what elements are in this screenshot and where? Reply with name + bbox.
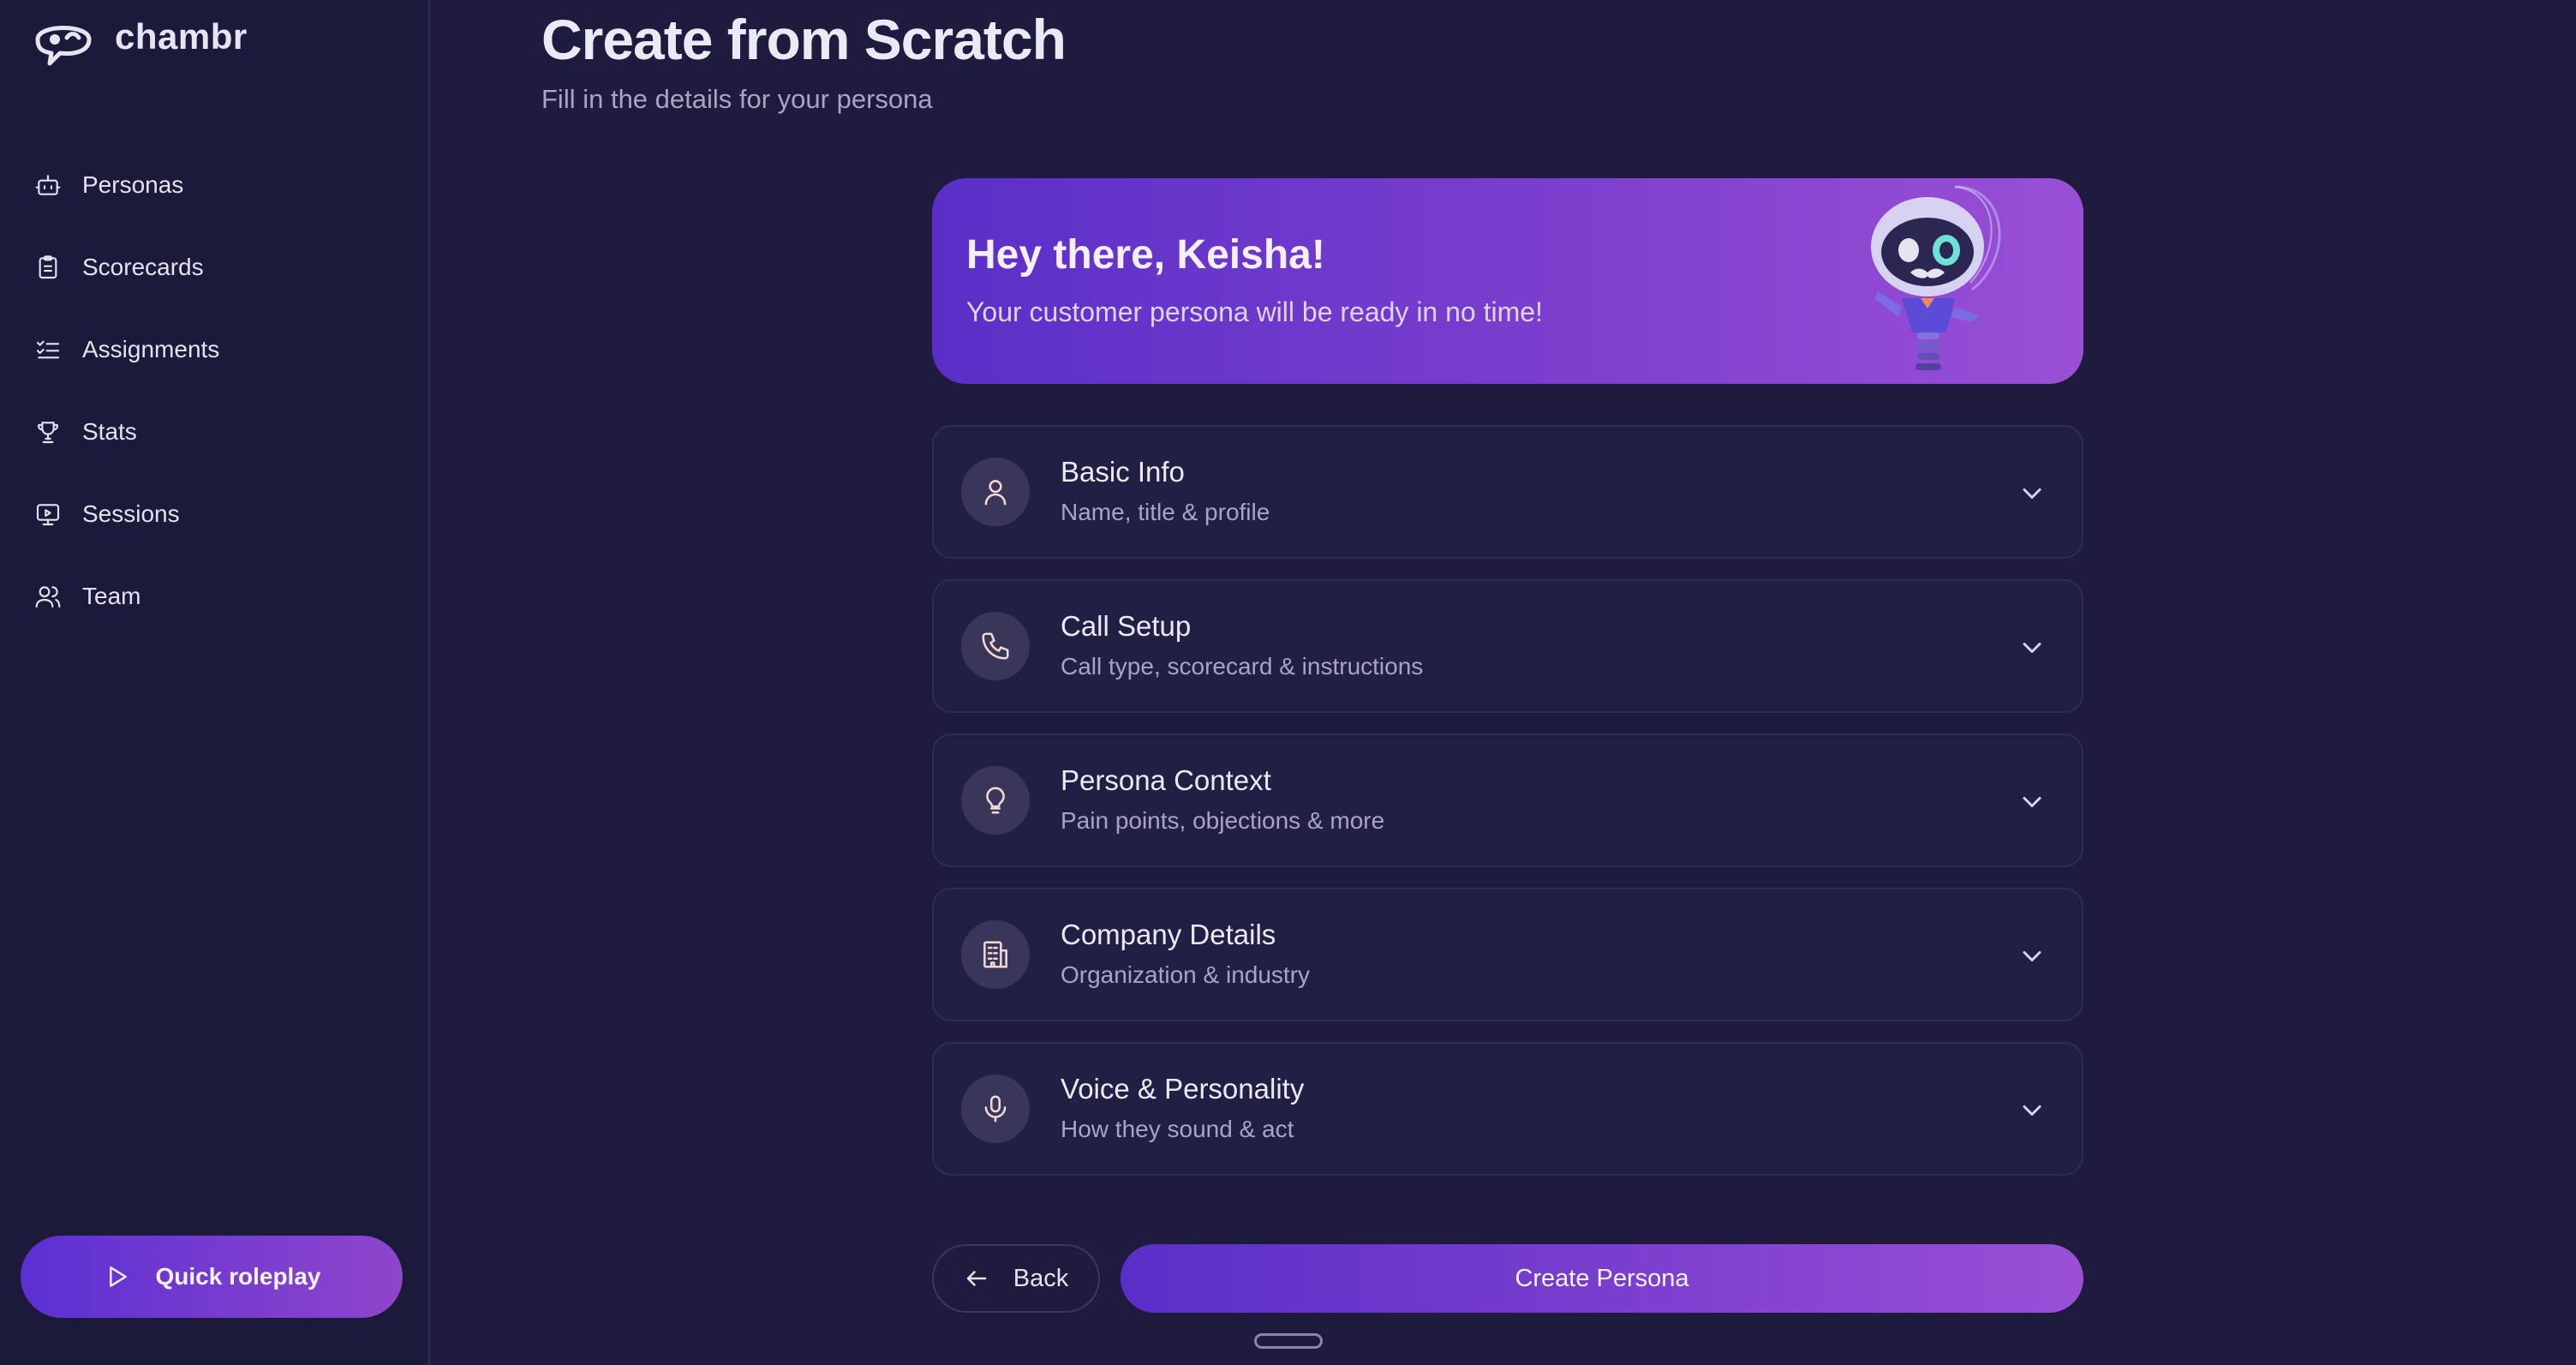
bot-icon xyxy=(33,170,63,201)
section-voice-personality[interactable]: Voice & Personality How they sound & act xyxy=(932,1042,2083,1176)
sidebar: chambr Personas Scorecards Assignments S… xyxy=(0,0,430,1365)
arrow-left-icon xyxy=(966,1271,986,1286)
lightbulb-icon xyxy=(961,766,1030,835)
logo[interactable]: chambr xyxy=(26,14,248,69)
chambr-logo-icon xyxy=(35,26,92,66)
sidebar-item-label: Scorecards xyxy=(82,254,204,280)
section-title: Persona Context xyxy=(1061,764,1271,796)
robot-mascot-icon xyxy=(1871,185,2001,370)
section-title: Company Details xyxy=(1061,919,1276,950)
sidebar-item-label: Sessions xyxy=(82,500,180,527)
create-persona-button[interactable]: Create Persona xyxy=(1121,1244,2083,1313)
app-root: chambr Personas Scorecards Assignments S… xyxy=(0,0,2576,1365)
section-title: Voice & Personality xyxy=(1061,1073,1305,1105)
sidebar-item-label: Stats xyxy=(82,418,137,445)
scroll-handle[interactable] xyxy=(1254,1333,1323,1349)
section-basic-info[interactable]: Basic Info Name, title & profile xyxy=(932,425,2083,559)
chevron-down-icon[interactable] xyxy=(2017,632,2047,663)
banner-subtitle: Your customer persona will be ready in n… xyxy=(966,296,1543,327)
sidebar-item-label: Personas xyxy=(82,171,184,198)
monitor-play-icon xyxy=(33,499,63,530)
chevron-down-icon[interactable] xyxy=(2017,941,2047,972)
sidebar-item-stats[interactable]: Stats xyxy=(0,391,428,473)
chevron-down-icon[interactable] xyxy=(2017,478,2047,509)
clipboard-icon xyxy=(33,252,63,283)
microphone-icon xyxy=(961,1075,1030,1143)
section-title: Call Setup xyxy=(1061,610,1192,642)
play-icon xyxy=(109,1266,127,1287)
sidebar-item-team[interactable]: Team xyxy=(0,555,428,638)
trophy-icon xyxy=(33,416,63,447)
sidebar-item-label: Assignments xyxy=(82,336,220,362)
phone-icon xyxy=(961,612,1030,680)
section-subtitle: Organization & industry xyxy=(1061,961,1311,988)
section-subtitle: Call type, scorecard & instructions xyxy=(1061,653,1424,680)
create-persona-label: Create Persona xyxy=(1515,1264,1689,1292)
section-call-setup[interactable]: Call Setup Call type, scorecard & instru… xyxy=(932,579,2083,713)
section-subtitle: Pain points, objections & more xyxy=(1061,807,1385,834)
section-title: Basic Info xyxy=(1061,456,1185,488)
chevron-down-icon[interactable] xyxy=(2017,1095,2047,1126)
sidebar-item-label: Team xyxy=(82,583,141,609)
back-button[interactable]: Back xyxy=(932,1244,1100,1313)
logo-text: chambr xyxy=(115,16,248,57)
section-company-details[interactable]: Company Details Organization & industry xyxy=(932,888,2083,1021)
section-subtitle: How they sound & act xyxy=(1061,1116,1294,1142)
banner-title: Hey there, Keisha! xyxy=(966,232,1325,278)
user-icon xyxy=(961,458,1030,526)
sidebar-item-sessions[interactable]: Sessions xyxy=(0,473,428,555)
welcome-banner: Hey there, Keisha! Your customer persona… xyxy=(932,178,2083,384)
section-subtitle: Name, title & profile xyxy=(1061,499,1270,525)
sidebar-item-personas[interactable]: Personas xyxy=(0,144,428,226)
chevron-down-icon[interactable] xyxy=(2017,787,2047,817)
sidebar-nav: Personas Scorecards Assignments Stats Se… xyxy=(0,144,428,638)
page-subtitle: Fill in the details for your persona xyxy=(541,84,933,114)
building-icon xyxy=(961,920,1030,989)
page-title: Create from Scratch xyxy=(541,8,1067,71)
checklist-icon xyxy=(33,334,63,365)
quick-roleplay-button[interactable]: Quick roleplay xyxy=(21,1236,403,1318)
quick-roleplay-label: Quick roleplay xyxy=(155,1263,321,1290)
main-content: Create from Scratch Fill in the details … xyxy=(432,0,2576,1365)
sidebar-item-scorecards[interactable]: Scorecards xyxy=(0,226,428,308)
back-label: Back xyxy=(1013,1264,1069,1292)
section-persona-context[interactable]: Persona Context Pain points, objections … xyxy=(932,733,2083,867)
users-icon xyxy=(33,581,63,612)
sidebar-item-assignments[interactable]: Assignments xyxy=(0,308,428,391)
